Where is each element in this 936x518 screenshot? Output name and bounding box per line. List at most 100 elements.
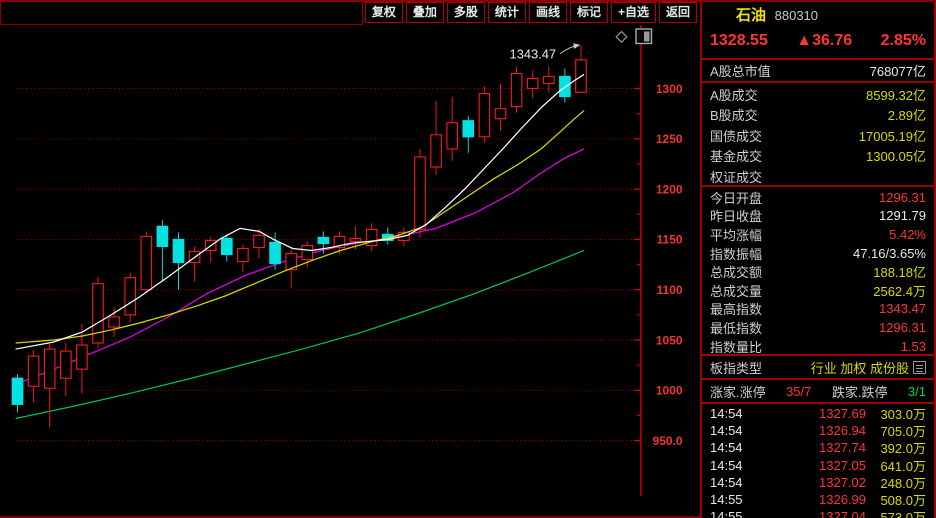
row-value: 8599.32亿 [866, 85, 926, 104]
overlay-button[interactable]: 叠加 [406, 2, 444, 23]
row-value: 1296.31 [879, 190, 926, 205]
market-turnover-section: A股成交8599.32亿B股成交2.89亿国债成交17005.19亿基金成交 13… [702, 83, 934, 187]
row-label: 最高指数 [710, 299, 762, 318]
candle-body [28, 356, 39, 386]
tick-row: 14:551326.99508.0万 [702, 491, 934, 508]
components-grid-icon[interactable] [913, 361, 926, 374]
tick-time: 14:55 [710, 509, 766, 518]
turnover-row: 基金成交 1300.05亿 [702, 146, 934, 167]
row-value: 1296.31 [879, 320, 926, 335]
diamond-marker-icon[interactable] [614, 29, 629, 44]
row-value: 1300.05亿 [866, 146, 926, 165]
candle-body [238, 248, 249, 261]
candle-body [511, 73, 522, 106]
candle-body [141, 236, 152, 289]
candle-body [495, 109, 506, 119]
board-type-label: 板指类型 [710, 358, 762, 377]
tick-row: 14:541327.05641.0万 [702, 457, 934, 474]
board-type-value[interactable]: 行业 加权 成份股 [811, 358, 909, 377]
row-label: 权证成交 [710, 167, 762, 186]
row-value: 188.18亿 [873, 262, 926, 281]
tick-volume: 392.0万 [866, 438, 926, 457]
stat-row: 平均涨幅5.42% [702, 225, 934, 244]
index-stats-section: 今日开盘1296.31昨日收盘1291.79平均涨幅5.42%指数振幅47.16… [702, 187, 934, 356]
app-window: 复权叠加多股统计画线标记+自选返回 1300125012001150110010… [0, 0, 936, 518]
row-label: 最低指数 [710, 318, 762, 337]
toolbar: 复权叠加多股统计画线标记+自选返回 [0, 2, 700, 25]
market-cap-label: A股总市值 [710, 61, 771, 80]
tick-volume: 508.0万 [866, 490, 926, 509]
multi-stock-button[interactable]: 多股 [447, 2, 485, 23]
candle-body [61, 351, 72, 378]
tick-price: 1327.04 [766, 509, 866, 518]
tick-price: 1326.99 [766, 492, 866, 507]
candle-body [44, 349, 55, 388]
tick-volume: 248.0万 [866, 473, 926, 492]
advancers-label: 涨家.涨停 [710, 382, 766, 401]
tick-volume: 573.0万 [866, 507, 926, 518]
tick-time: 14:54 [710, 423, 766, 438]
tick-time: 14:55 [710, 492, 766, 507]
toolbar-buttons: 复权叠加多股统计画线标记+自选返回 [365, 2, 700, 25]
stock-header: 石油 880310 1328.55 ▲36.76 2.85% [702, 2, 934, 60]
draw-line-button[interactable]: 画线 [529, 2, 567, 23]
row-label: 指数振幅 [710, 244, 762, 263]
candle-body [109, 317, 120, 327]
chart-canvas[interactable]: 1300125012001150110010501000950.01343.47 [0, 25, 700, 518]
candlestick-chart[interactable]: 1300125012001150110010501000950.01343.47 [0, 25, 700, 518]
add-watchlist-button[interactable]: +自选 [611, 2, 656, 23]
candle-body [157, 226, 168, 246]
price-change: ▲36.76 [796, 32, 852, 50]
candle-body [431, 135, 442, 167]
row-value: 5.42% [889, 227, 926, 242]
decliners-value: 3/1 [908, 384, 926, 399]
tick-price: 1326.94 [766, 423, 866, 438]
axis-label: 1150 [657, 233, 683, 247]
panel-layout-icon[interactable] [635, 28, 653, 45]
row-label: B股成交 [710, 105, 758, 124]
advancers-value: 35/7 [786, 384, 811, 399]
candle-body [270, 242, 281, 263]
row-label: 昨日收盘 [710, 206, 762, 225]
tick-time: 14:54 [710, 406, 766, 421]
back-button[interactable]: 返回 [659, 2, 697, 23]
axis-label: 1200 [656, 182, 683, 196]
mark-button[interactable]: 标记 [570, 2, 608, 23]
candle-body [447, 123, 458, 149]
candle-body [12, 378, 23, 404]
axis-label: 1000 [656, 384, 683, 398]
axis-label: 1300 [656, 82, 683, 96]
stat-row: 今日开盘1296.31 [702, 188, 934, 207]
tick-price: 1327.05 [766, 458, 866, 473]
ma-magenta [16, 149, 584, 384]
stock-code: 880310 [775, 8, 818, 23]
tick-row: 14:551327.04573.0万 [702, 508, 934, 518]
axis-label: 950.0 [653, 434, 683, 448]
candle-body [479, 94, 490, 137]
candle-body [463, 121, 474, 137]
candle-body [544, 76, 555, 83]
row-label: 总成交额 [710, 262, 762, 281]
candle-body [222, 238, 233, 254]
candle-body [302, 245, 313, 259]
turnover-row: B股成交2.89亿 [702, 105, 934, 126]
row-label: 基金成交 [710, 146, 762, 165]
tick-row: 14:541327.74392.0万 [702, 439, 934, 456]
row-value: 1.53 [901, 339, 926, 354]
statistics-button[interactable]: 统计 [488, 2, 526, 23]
axis-label: 1250 [656, 132, 683, 146]
tick-row: 14:541327.69303.0万 [702, 405, 934, 422]
row-value: 17005.19亿 [859, 126, 926, 145]
turnover-row: A股成交8599.32亿 [702, 84, 934, 105]
restore-rights-button[interactable]: 复权 [365, 2, 403, 23]
turnover-row: 权证成交 [702, 166, 934, 187]
tick-price: 1327.69 [766, 406, 866, 421]
turnover-row: 国债成交17005.19亿 [702, 125, 934, 146]
row-label: 指数量比 [710, 337, 762, 356]
tick-time: 14:54 [710, 475, 766, 490]
row-value: 1291.79 [879, 208, 926, 223]
candle-body [527, 78, 538, 88]
advance-decline-section: 涨家.涨停 35/7 跌家.跌停 3/1 [702, 380, 934, 404]
chart-corner-icons [614, 28, 653, 45]
tick-list[interactable]: 14:541327.69303.0万14:541326.94705.0万14:5… [702, 404, 934, 518]
